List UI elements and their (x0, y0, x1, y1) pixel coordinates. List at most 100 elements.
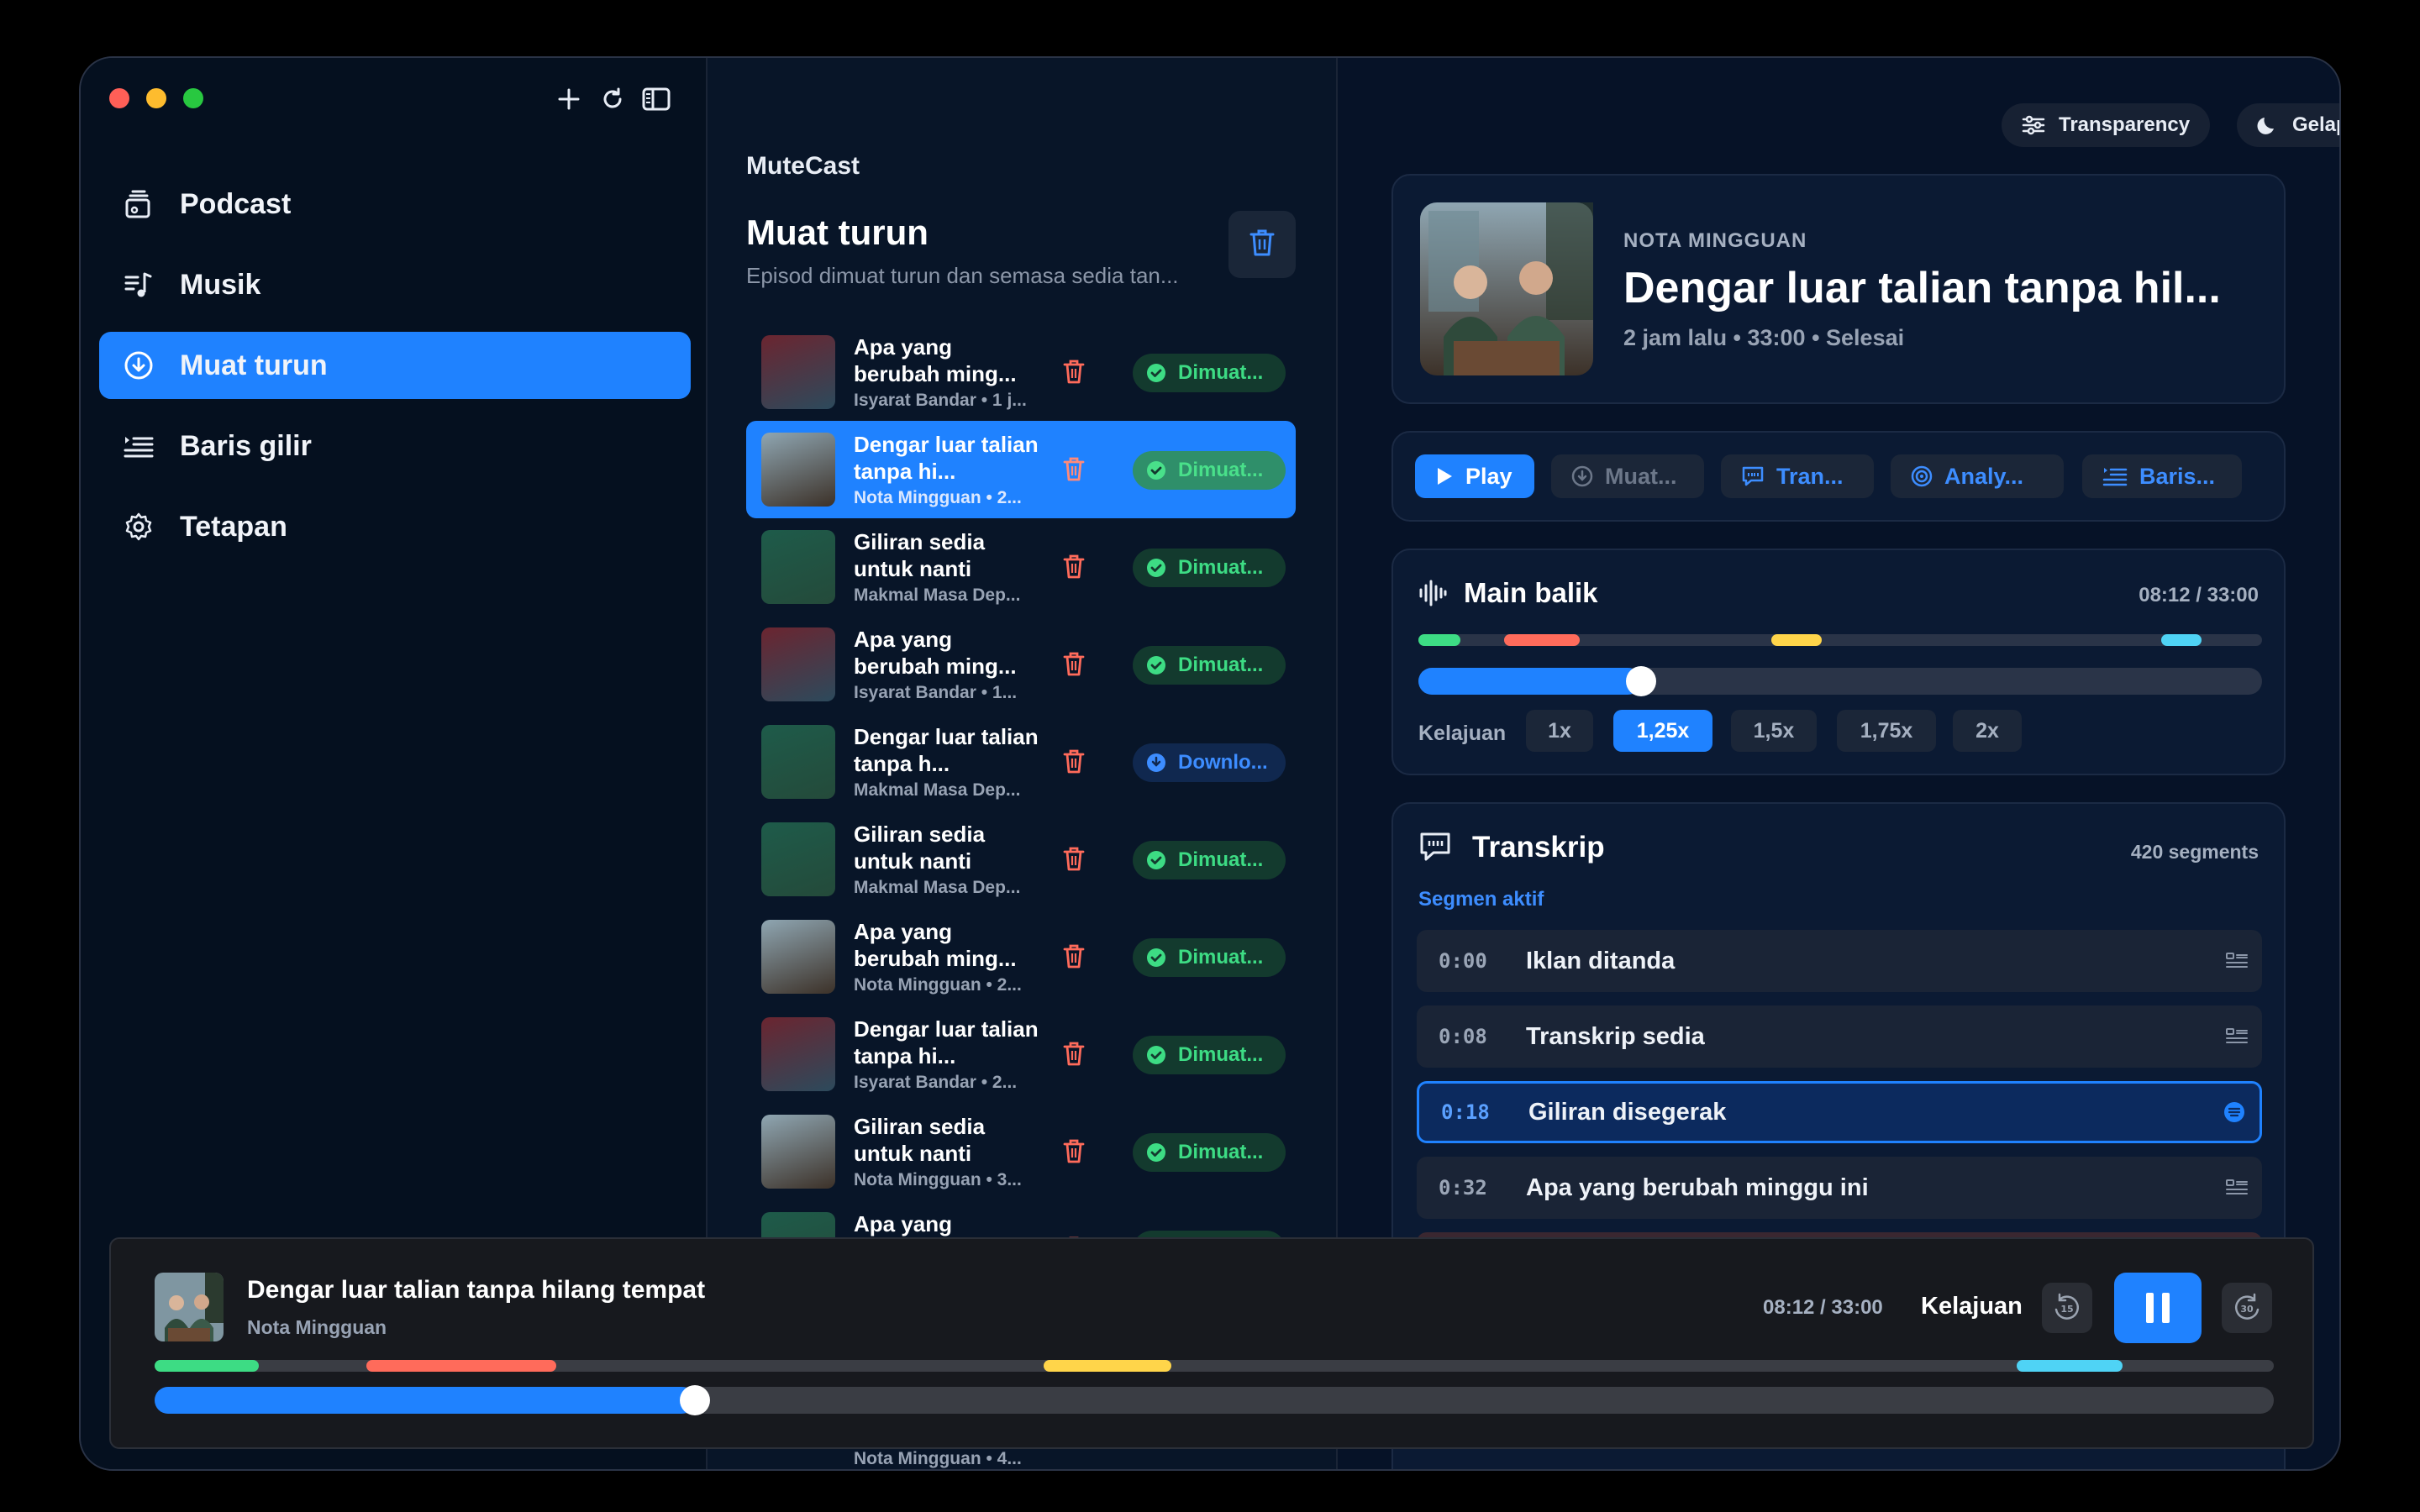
segment-details-icon[interactable] (2212, 1178, 2262, 1198)
episode-row[interactable]: Giliran sedia untuk nanti Makmal Masa De… (746, 811, 1296, 908)
delete-episode-button[interactable] (1059, 942, 1089, 972)
transcript-button[interactable]: Tran... (1721, 454, 1874, 498)
delete-episode-button[interactable] (1059, 649, 1089, 680)
episode-row[interactable]: Dengar luar talian tanpa h... Makmal Mas… (746, 713, 1296, 811)
episode-row[interactable]: Dengar luar talian tanpa hi... Isyarat B… (746, 1005, 1296, 1103)
scrubber-handle[interactable] (1626, 666, 1656, 696)
status-label: Dimuat... (1178, 361, 1264, 384)
skip-back-15-button[interactable]: 15 (2042, 1283, 2092, 1333)
segment-details-icon[interactable] (2212, 951, 2262, 971)
episode-row[interactable]: Apa yang berubah ming... Nota Mingguan •… (746, 908, 1296, 1005)
status-label: Dimuat... (1178, 459, 1264, 481)
sliders-icon (2022, 114, 2045, 136)
episode-actions-bar: Play Muat... Tran... Analy... Baris... (1392, 431, 2286, 522)
play-icon (1435, 466, 1454, 486)
segment-marker (2017, 1360, 2123, 1372)
delete-episode-button[interactable] (1059, 1039, 1089, 1069)
gear-icon (121, 509, 156, 544)
episode-title: Apa yang (854, 1211, 953, 1236)
episode-row[interactable]: Dengar luar talian tanpa hi... Nota Ming… (746, 421, 1296, 518)
check-icon (1146, 363, 1166, 383)
analyze-button[interactable]: Analy... (1891, 454, 2064, 498)
queue-button[interactable]: Baris... (2082, 454, 2242, 498)
svg-text:30: 30 (2240, 1304, 2254, 1315)
episode-title: Dengar luar talian tanpa hil... (1623, 264, 2221, 312)
speed-option[interactable]: 1x (1526, 710, 1593, 752)
speed-option[interactable]: 1,25x (1613, 710, 1712, 752)
delete-episode-button[interactable] (1059, 1137, 1089, 1167)
episode-row[interactable]: Apa yang berubah ming... Isyarat Bandar … (746, 323, 1296, 421)
delete-all-button[interactable] (1228, 211, 1296, 278)
status-badge: Dimuat... (1133, 646, 1286, 685)
pause-button[interactable] (2114, 1273, 2202, 1343)
episode-row[interactable]: Giliran sedia untuk nanti Makmal Masa De… (746, 518, 1296, 616)
segment-text: Transkrip sedia (1526, 1022, 1705, 1050)
download-label: Muat... (1605, 463, 1677, 489)
episode-row[interactable]: Apa yang berubah ming... Isyarat Bandar … (746, 616, 1296, 713)
refresh-icon[interactable] (597, 83, 629, 115)
sidebar-item-podcast[interactable]: Podcast (99, 171, 691, 238)
waveform-icon (1418, 579, 1447, 607)
speed-option[interactable]: 1,75x (1837, 710, 1936, 752)
transcript-segment[interactable]: 0:00 Iklan ditanda (1417, 930, 2262, 992)
episode-thumbnail (761, 1115, 835, 1189)
episode-thumbnail (761, 920, 835, 994)
theme-toggle-button[interactable]: Gelap (2237, 103, 2339, 147)
segment-time: 0:08 (1439, 1025, 1487, 1048)
play-label: Play (1465, 463, 1512, 489)
transcript-segment[interactable]: 0:08 Transkrip sedia (1417, 1005, 2262, 1068)
skip-forward-30-button[interactable]: 30 (2222, 1283, 2272, 1333)
active-segment-link[interactable]: Segmen aktif (1418, 888, 1544, 911)
episode-meta: 2 jam lalu • 33:00 • Selesai (1623, 325, 1905, 350)
playback-progress-fill (1418, 668, 1641, 695)
transcript-title: Transkrip (1472, 831, 1605, 864)
transcript-segment[interactable]: 0:32 Apa yang berubah minggu ini (1417, 1157, 2262, 1219)
transcript-segment[interactable]: 0:18 Giliran disegerak (1417, 1081, 2262, 1143)
add-icon[interactable] (553, 83, 585, 115)
player-scrubber[interactable] (155, 1385, 2274, 1415)
minimize-window-button[interactable] (146, 88, 166, 108)
transparency-button[interactable]: Transparency (2002, 103, 2211, 147)
delete-episode-button[interactable] (1059, 747, 1089, 777)
page-subtitle: Episod dimuat turun dan semasa sedia tan… (746, 263, 1179, 288)
sidebar-item-musik[interactable]: Musik (99, 251, 691, 318)
episode-title: Dengar luar talian tanpa hi... (854, 1016, 1039, 1068)
speed-option[interactable]: 2x (1953, 710, 2022, 752)
sidebar-item-tetapan[interactable]: Tetapan (99, 493, 691, 560)
episode-meta: Makmal Masa Dep... (854, 780, 1021, 800)
skip-back-15-icon: 15 (2051, 1292, 2083, 1324)
play-button[interactable]: Play (1415, 454, 1534, 498)
episode-row[interactable]: Giliran sedia untuk nanti Nota Mingguan … (746, 1103, 1296, 1200)
queue-icon (2102, 465, 2128, 487)
episode-meta: Nota Mingguan • 2... (854, 488, 1022, 507)
player-scrubber-handle[interactable] (680, 1385, 710, 1415)
sidebar-item-baris-gilir[interactable]: Baris gilir (99, 412, 691, 480)
player-speed-button[interactable]: Kelajuan (1921, 1293, 2023, 1320)
segment-time: 0:18 (1441, 1100, 1490, 1124)
delete-episode-button[interactable] (1059, 844, 1089, 874)
status-label: Dimuat... (1178, 946, 1264, 969)
sidebar-item-muat-turun[interactable]: Muat turun (99, 332, 691, 399)
status-label: Dimuat... (1178, 556, 1264, 579)
speed-option[interactable]: 1,5x (1731, 710, 1817, 752)
sidebar-toggle-icon[interactable] (640, 83, 672, 115)
check-icon (1146, 655, 1166, 675)
close-window-button[interactable] (109, 88, 129, 108)
download-button[interactable]: Muat... (1551, 454, 1704, 498)
trash-icon (1062, 651, 1086, 678)
zoom-window-button[interactable] (183, 88, 203, 108)
delete-episode-button[interactable] (1059, 552, 1089, 582)
segment-marker (1418, 634, 1460, 646)
sidebar-item-label: Baris gilir (180, 429, 312, 462)
active-segment-icon[interactable] (2209, 1101, 2260, 1123)
segment-details-icon[interactable] (2212, 1026, 2262, 1047)
status-badge: Dimuat... (1133, 549, 1286, 587)
quote-bubble-icon (1418, 831, 1452, 863)
segment-markers-track (1418, 634, 2262, 646)
episode-title: Giliran sedia untuk nanti (854, 529, 986, 581)
delete-episode-button[interactable] (1059, 357, 1089, 387)
episode-meta: Nota Mingguan • 4... (854, 1449, 1022, 1468)
delete-episode-button[interactable] (1059, 454, 1089, 485)
playback-scrubber[interactable] (1418, 666, 2262, 696)
segment-time: 0:32 (1439, 1176, 1487, 1200)
